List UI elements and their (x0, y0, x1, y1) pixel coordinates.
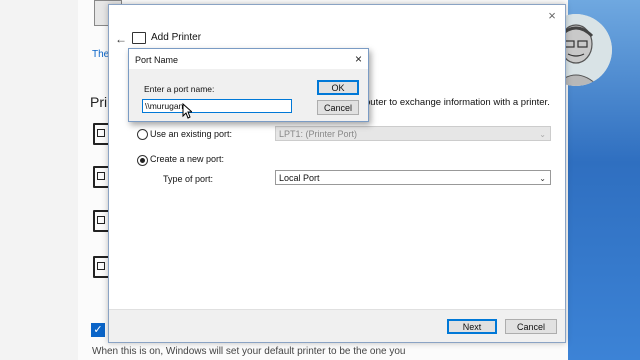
port-name-input[interactable] (142, 99, 292, 113)
existing-port-radio[interactable] (137, 129, 148, 140)
existing-port-select: LPT1: (Printer Port) ⌄ (275, 126, 551, 141)
close-icon[interactable]: × (355, 52, 362, 66)
wizard-title: Add Printer (151, 32, 202, 43)
chevron-down-icon: ⌄ (539, 130, 546, 139)
existing-port-label: Use an existing port: (150, 129, 233, 139)
create-new-port-label: Create a new port: (150, 154, 225, 164)
default-printer-checkbox[interactable]: ✓ (91, 323, 105, 337)
cancel-button[interactable]: Cancel (317, 100, 359, 115)
port-type-select[interactable]: Local Port ⌄ (275, 170, 551, 185)
wizard-description: puter to exchange information with a pri… (365, 97, 550, 108)
printer-icon (132, 32, 146, 44)
close-icon[interactable]: × (545, 8, 559, 23)
port-name-prompt: Enter a port name: (144, 84, 215, 94)
port-name-dialog: Port Name × Enter a port name: OK Cancel (128, 48, 369, 122)
create-new-port-radio[interactable] (137, 155, 148, 166)
dialog-title: Port Name (135, 55, 179, 65)
dialog-titlebar: Port Name × (129, 49, 368, 69)
next-button[interactable]: Next (447, 319, 497, 334)
ok-button[interactable]: OK (317, 80, 359, 95)
settings-link-fragment[interactable]: The (92, 49, 109, 60)
wizard-footer: Next Cancel (109, 309, 565, 342)
existing-port-value: LPT1: (Printer Port) (279, 129, 358, 139)
settings-heading-fragment: Pri (90, 94, 108, 110)
chevron-down-icon: ⌄ (539, 174, 546, 183)
type-of-port-label: Type of port: (163, 174, 214, 184)
back-arrow-icon[interactable]: ← (115, 32, 127, 46)
background-left-panel (0, 0, 78, 360)
cancel-button[interactable]: Cancel (505, 319, 557, 334)
default-printer-description: When this is on, Windows will set your d… (92, 346, 406, 357)
port-type-value: Local Port (279, 173, 320, 183)
mouse-cursor-icon (182, 103, 192, 119)
